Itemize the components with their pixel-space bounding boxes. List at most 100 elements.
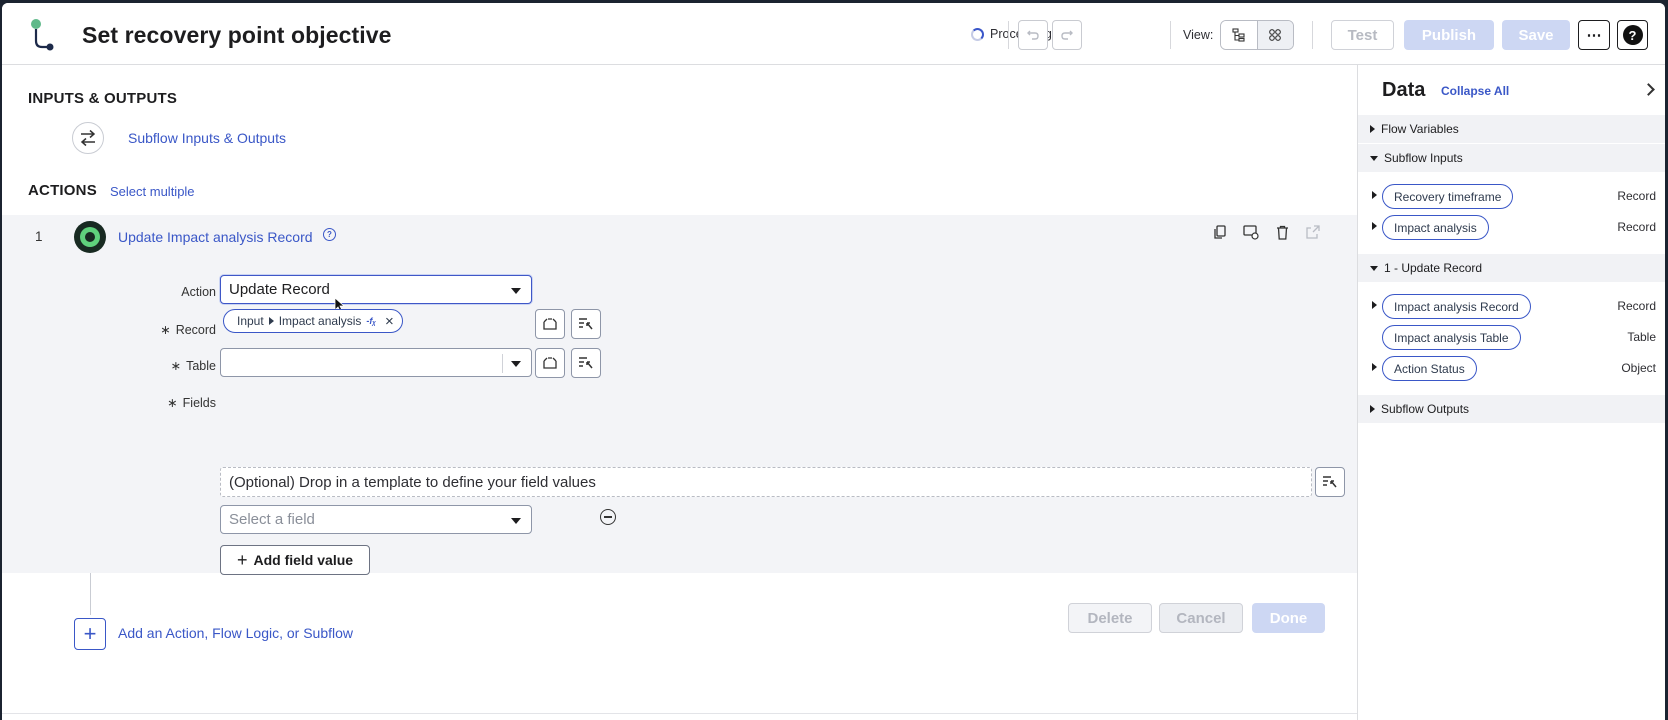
data-type: Record bbox=[1617, 189, 1656, 203]
header-bar: Set recovery point objective Processing … bbox=[2, 3, 1665, 65]
caret-right-icon[interactable] bbox=[1372, 222, 1377, 230]
caret-right-icon[interactable] bbox=[1372, 191, 1377, 199]
action-select-value: Update Record bbox=[229, 281, 330, 298]
help-icon: ? bbox=[1622, 25, 1643, 45]
data-pill[interactable]: Action Status bbox=[1382, 356, 1477, 381]
select-field-dropdown[interactable]: Select a field bbox=[220, 505, 532, 534]
data-type: Record bbox=[1617, 299, 1656, 313]
data-item-action-status[interactable]: Action Status Object bbox=[1358, 354, 1665, 382]
table-select[interactable] bbox=[220, 348, 532, 377]
publish-button[interactable]: Publish bbox=[1404, 20, 1494, 50]
data-pill[interactable]: Recovery timeframe bbox=[1382, 184, 1514, 209]
delete-button[interactable]: Delete bbox=[1068, 603, 1152, 633]
group-label: 1 - Update Record bbox=[1384, 261, 1483, 275]
data-item-recovery-timeframe[interactable]: Recovery timeframe Record bbox=[1358, 182, 1665, 210]
test-button[interactable]: Test bbox=[1331, 20, 1394, 50]
flow-canvas: INPUTS & OUTPUTS Subflow Inputs & Output… bbox=[2, 65, 1357, 720]
required-asterisk-icon: ∗ bbox=[160, 323, 171, 337]
close-icon[interactable]: × bbox=[385, 314, 394, 329]
caret-right-icon[interactable] bbox=[1372, 363, 1377, 371]
info-icon[interactable]: ? bbox=[323, 228, 336, 241]
data-item-impact-analysis[interactable]: Impact analysis Record bbox=[1358, 213, 1665, 241]
template-drop-zone[interactable]: (Optional) Drop in a template to define … bbox=[220, 467, 1312, 497]
required-asterisk-icon: ∗ bbox=[170, 359, 182, 373]
action-step-panel: 1 Update Impact analysis Record ? Action… bbox=[2, 215, 1357, 633]
group-label: Subflow Inputs bbox=[1384, 151, 1463, 165]
grid-view-button[interactable] bbox=[1257, 21, 1293, 49]
trash-icon[interactable] bbox=[1273, 223, 1291, 241]
step-number: 1 bbox=[35, 229, 43, 244]
help-button[interactable]: ? bbox=[1617, 20, 1648, 50]
divider bbox=[2, 713, 1357, 714]
group-subflow-inputs[interactable]: Subflow Inputs bbox=[1358, 144, 1665, 172]
group-label: Subflow Outputs bbox=[1381, 402, 1470, 416]
record-field-label: ∗ Record bbox=[160, 323, 216, 337]
table-field-label: ∗ Table bbox=[170, 359, 216, 373]
caret-right-icon bbox=[1370, 405, 1375, 413]
data-panel: Data Collapse All Flow Variables Subflow… bbox=[1357, 65, 1665, 720]
flow-connector-line bbox=[90, 573, 91, 615]
comment-icon[interactable] bbox=[1242, 223, 1260, 241]
record-data-pill[interactable]: Input Impact analysis -fᵪ × bbox=[223, 309, 403, 333]
tree-view-button[interactable] bbox=[1221, 21, 1258, 49]
data-type: Record bbox=[1617, 220, 1656, 234]
save-button[interactable]: Save bbox=[1502, 20, 1570, 50]
divider bbox=[1312, 21, 1313, 49]
data-item-impact-analysis-table[interactable]: Impact analysis Table Table bbox=[1358, 323, 1665, 351]
group-subflow-outputs[interactable]: Subflow Outputs bbox=[1358, 395, 1665, 423]
data-pill-picker-button[interactable] bbox=[571, 309, 601, 339]
divider bbox=[1170, 21, 1171, 49]
group-update-record[interactable]: 1 - Update Record bbox=[1358, 254, 1665, 282]
open-record-picker-button[interactable] bbox=[535, 309, 565, 339]
step-title-link[interactable]: Update Impact analysis Record bbox=[118, 229, 313, 245]
fields-field-label: ∗ Fields bbox=[167, 396, 216, 410]
divider bbox=[1008, 21, 1009, 49]
copy-icon[interactable] bbox=[1211, 223, 1229, 241]
data-pill-picker-icon bbox=[1323, 476, 1337, 488]
data-pill[interactable]: Impact analysis bbox=[1382, 215, 1489, 240]
add-action-link[interactable]: Add an Action, Flow Logic, or Subflow bbox=[118, 625, 353, 641]
pill-source: Input bbox=[237, 314, 264, 328]
undo-button[interactable] bbox=[1018, 20, 1048, 50]
select-multiple-link[interactable]: Select multiple bbox=[110, 184, 195, 199]
group-label: Flow Variables bbox=[1381, 122, 1459, 136]
caret-down-icon bbox=[1370, 265, 1378, 271]
group-flow-variables[interactable]: Flow Variables bbox=[1358, 115, 1665, 143]
add-field-value-button[interactable]: + Add field value bbox=[220, 545, 370, 575]
redo-icon bbox=[1061, 30, 1073, 40]
open-table-picker-button[interactable] bbox=[535, 348, 565, 378]
done-button[interactable]: Done bbox=[1252, 603, 1325, 633]
grid-view-icon bbox=[1269, 29, 1282, 41]
add-field-value-label: Add field value bbox=[253, 552, 354, 568]
add-step-button[interactable]: + bbox=[74, 618, 106, 650]
cancel-button[interactable]: Cancel bbox=[1159, 603, 1243, 633]
chevron-down-icon bbox=[511, 288, 521, 294]
collapse-all-link[interactable]: Collapse All bbox=[1441, 84, 1509, 98]
plus-icon: + bbox=[236, 550, 248, 570]
caret-down-icon bbox=[1370, 155, 1378, 161]
transform-function-icon[interactable]: -fᵪ bbox=[366, 316, 376, 326]
action-select[interactable]: Update Record bbox=[220, 275, 532, 304]
data-pill[interactable]: Impact analysis Table bbox=[1382, 325, 1521, 350]
caret-right-icon[interactable] bbox=[1372, 301, 1377, 309]
action-field-label: Action bbox=[181, 285, 216, 299]
divider bbox=[502, 354, 503, 373]
flow-logo-icon bbox=[28, 17, 58, 51]
data-type: Object bbox=[1621, 361, 1656, 375]
swap-arrows-icon[interactable] bbox=[72, 122, 104, 154]
data-item-impact-analysis-record[interactable]: Impact analysis Record Record bbox=[1358, 292, 1665, 320]
view-label: View: bbox=[1183, 28, 1214, 42]
fields-data-pill-picker-button[interactable] bbox=[1315, 467, 1345, 497]
table-data-pill-picker-button[interactable] bbox=[571, 348, 601, 378]
data-pill[interactable]: Impact analysis Record bbox=[1382, 294, 1531, 319]
more-options-button[interactable]: ⋯ bbox=[1578, 20, 1610, 50]
open-external-icon[interactable] bbox=[1304, 223, 1322, 241]
data-panel-title: Data bbox=[1382, 79, 1426, 101]
remove-field-icon[interactable] bbox=[600, 509, 616, 525]
chevron-down-icon bbox=[511, 518, 521, 524]
chevron-right-icon[interactable] bbox=[1642, 83, 1655, 96]
screen-frame: Set recovery point objective Processing … bbox=[0, 0, 1668, 720]
subflow-io-link[interactable]: Subflow Inputs & Outputs bbox=[128, 130, 286, 146]
required-asterisk-icon: ∗ bbox=[167, 396, 178, 410]
redo-button[interactable] bbox=[1052, 20, 1082, 50]
